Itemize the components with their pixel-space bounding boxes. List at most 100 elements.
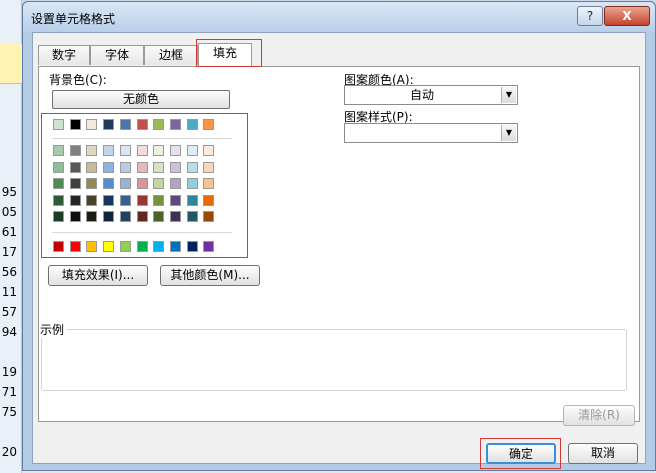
color-swatch-tint[interactable] <box>153 161 165 173</box>
color-swatch-tint[interactable] <box>86 211 98 223</box>
color-swatch-tint[interactable] <box>169 211 181 223</box>
color-swatch-theme[interactable] <box>203 119 215 130</box>
color-swatch-tint[interactable] <box>203 178 215 190</box>
color-swatch-standard[interactable] <box>103 241 115 252</box>
color-swatch-tint[interactable] <box>53 145 64 156</box>
color-swatch-theme[interactable] <box>153 119 165 130</box>
color-swatch-tint[interactable] <box>103 178 115 190</box>
fill-panel: 背景色(C): 无颜色 填充效果(I)... 其他颜色(M)... 图案颜色(A… <box>38 66 640 422</box>
color-swatch-tint[interactable] <box>69 161 81 173</box>
chevron-down-icon[interactable]: ▼ <box>501 87 516 103</box>
color-swatch-tint[interactable] <box>86 178 98 190</box>
color-swatch-theme[interactable] <box>169 119 181 130</box>
color-swatch-tint[interactable] <box>119 161 131 173</box>
color-swatch-tint[interactable] <box>69 211 81 223</box>
color-swatch-tint[interactable] <box>203 194 215 206</box>
color-swatch-standard[interactable] <box>69 241 81 252</box>
color-swatch-tint[interactable] <box>136 161 148 173</box>
color-swatch-standard[interactable] <box>186 241 198 252</box>
color-swatch-tint[interactable] <box>103 161 115 173</box>
color-swatch-theme[interactable] <box>186 119 198 130</box>
more-colors-button[interactable]: 其他颜色(M)... <box>160 265 260 286</box>
pattern-color-select[interactable]: 自动 ▼ <box>344 85 518 105</box>
color-swatch-tint[interactable] <box>53 161 64 173</box>
color-swatch-standard[interactable] <box>136 241 148 252</box>
close-button[interactable]: X <box>604 6 650 26</box>
color-swatch-tint[interactable] <box>69 194 81 206</box>
help-button[interactable]: ? <box>577 6 603 26</box>
color-swatch-theme[interactable] <box>86 119 98 130</box>
color-swatch-tint[interactable] <box>53 211 64 223</box>
color-swatch-theme[interactable] <box>103 119 115 130</box>
color-swatch-tint[interactable] <box>186 194 198 206</box>
sheet-cell-value: 05 <box>1 205 17 219</box>
color-swatch-tint[interactable] <box>203 161 215 173</box>
tab-font[interactable]: 字体 <box>90 45 144 65</box>
color-swatch-tint[interactable] <box>86 161 98 173</box>
sheet-cell-value: 19 <box>1 365 17 379</box>
color-swatch-tint[interactable] <box>86 194 98 206</box>
color-swatch-tint[interactable] <box>103 145 115 156</box>
pattern-color-value: 自动 <box>409 88 434 102</box>
color-swatch-tint[interactable] <box>203 211 215 223</box>
clear-button[interactable]: 清除(R) <box>563 405 635 426</box>
color-swatch-tint[interactable] <box>103 211 115 223</box>
sheet-cell-value: 56 <box>1 265 17 279</box>
tab-border[interactable]: 边框 <box>144 45 198 65</box>
color-swatch-tint[interactable] <box>153 211 165 223</box>
sheet-cell-value: 11 <box>1 285 17 299</box>
color-swatch-tint[interactable] <box>103 194 115 206</box>
color-swatch-standard[interactable] <box>86 241 98 252</box>
tab-fill[interactable]: 填充 <box>198 43 252 66</box>
dialog-title: 设置单元格格式 <box>31 12 116 26</box>
color-swatch-tint[interactable] <box>186 145 198 156</box>
color-swatch-tint[interactable] <box>119 194 131 206</box>
no-color-button[interactable]: 无颜色 <box>52 90 230 109</box>
color-swatch-tint[interactable] <box>203 145 215 156</box>
color-swatch-standard[interactable] <box>153 241 165 252</box>
color-swatch-tint[interactable] <box>169 145 181 156</box>
color-swatch-tint[interactable] <box>119 178 131 190</box>
sheet-cell-value: 20 <box>1 445 17 459</box>
color-swatch-standard[interactable] <box>119 241 131 252</box>
color-swatch-tint[interactable] <box>69 178 81 190</box>
cancel-button[interactable]: 取消 <box>568 443 638 464</box>
color-swatch-tint[interactable] <box>119 211 131 223</box>
color-swatch-tint[interactable] <box>53 194 64 206</box>
color-swatch-standard[interactable] <box>53 241 64 252</box>
color-swatch-theme[interactable] <box>69 119 81 130</box>
color-swatch-tint[interactable] <box>169 161 181 173</box>
fill-effects-button[interactable]: 填充效果(I)... <box>48 265 148 286</box>
color-swatch-theme[interactable] <box>119 119 131 130</box>
color-swatch-tint[interactable] <box>153 178 165 190</box>
sample-label: 示例 <box>39 321 68 338</box>
color-swatch-tint[interactable] <box>153 194 165 206</box>
color-swatch-theme[interactable] <box>53 119 64 130</box>
color-swatch-tint[interactable] <box>136 145 148 156</box>
pattern-style-select[interactable]: ▼ <box>344 123 518 143</box>
color-swatch-tint[interactable] <box>136 211 148 223</box>
color-swatch-tint[interactable] <box>186 211 198 223</box>
color-swatch-tint[interactable] <box>169 178 181 190</box>
chevron-down-icon[interactable]: ▼ <box>501 125 516 141</box>
color-swatch-tint[interactable] <box>136 194 148 206</box>
color-swatch-tint[interactable] <box>136 178 148 190</box>
color-swatch-tint[interactable] <box>153 145 165 156</box>
color-swatch-tint[interactable] <box>186 161 198 173</box>
sheet-cell-value: 57 <box>1 305 17 319</box>
sheet-cell-value: 75 <box>1 405 17 419</box>
color-swatch-tint[interactable] <box>86 145 98 156</box>
palette-divider <box>52 232 232 233</box>
color-swatch-tint[interactable] <box>119 145 131 156</box>
color-swatch-tint[interactable] <box>69 145 81 156</box>
color-swatch-standard[interactable] <box>203 241 215 252</box>
color-swatch-tint[interactable] <box>169 194 181 206</box>
dialog-body: 数字 字体 边框 填充 背景色(C): 无颜色 填充效果(I)... 其他颜色(… <box>32 32 646 469</box>
tab-number[interactable]: 数字 <box>38 45 90 65</box>
color-swatch-standard[interactable] <box>169 241 181 252</box>
color-swatch-theme[interactable] <box>136 119 148 130</box>
color-swatch-tint[interactable] <box>186 178 198 190</box>
spreadsheet-highlight-cell <box>0 44 22 84</box>
color-swatch-tint[interactable] <box>53 178 64 190</box>
ok-button[interactable]: 确定 <box>486 443 556 464</box>
